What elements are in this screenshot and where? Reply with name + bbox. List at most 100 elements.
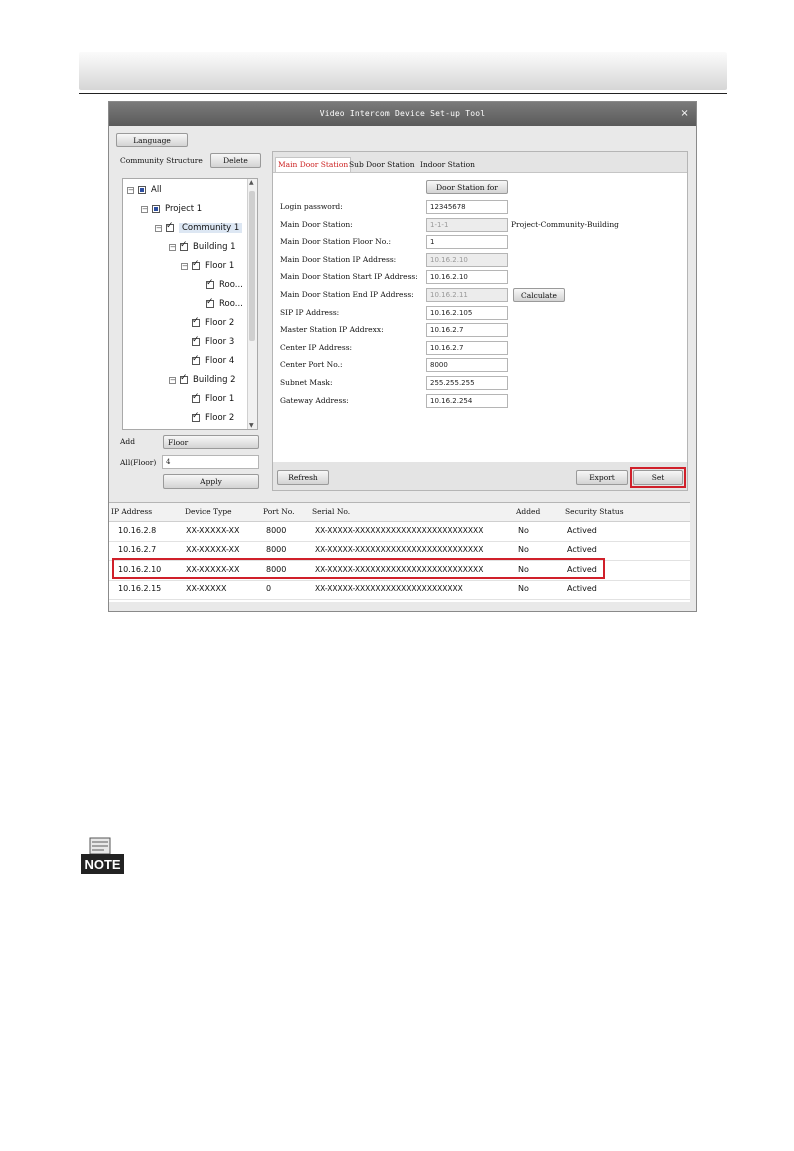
form-input[interactable]: 1 — [426, 235, 508, 250]
form-label: Main Door Station End IP Address: — [280, 290, 414, 299]
tree-node[interactable]: − All — [127, 181, 162, 199]
column-header[interactable]: IP Address — [111, 507, 152, 516]
tree-checkbox[interactable] — [192, 335, 200, 346]
export-button[interactable]: Export — [576, 470, 628, 485]
form-label: Main Door Station Start IP Address: — [280, 272, 418, 282]
close-icon[interactable]: × — [680, 102, 689, 126]
form-input: 10.16.2.11 — [426, 288, 508, 302]
table-cell: No — [518, 545, 529, 555]
form-label: Login password: — [280, 202, 343, 211]
table-cell: XX-XXXXX-XX — [186, 526, 240, 535]
form-input[interactable]: 255.255.255 — [426, 376, 508, 390]
form-label: SIP IP Address: — [280, 307, 340, 317]
form-input[interactable]: 10.16.2.10 — [426, 270, 508, 285]
collapse-icon[interactable]: − — [169, 376, 176, 384]
column-header[interactable]: Port No. — [263, 507, 295, 516]
form-input[interactable]: 10.16.2.105 — [426, 305, 508, 320]
table-row[interactable]: 10.16.2.8 XX-XXXXX-XX 8000 XX-XXXXX-XXXXXXX… — [109, 522, 690, 542]
table-cell: 10.16.2.8 — [118, 526, 157, 535]
tree-checkbox[interactable] — [152, 205, 160, 213]
column-header[interactable]: Security Status — [565, 507, 624, 516]
collapse-icon[interactable]: − — [169, 243, 176, 251]
scroll-down-icon[interactable]: ▼ — [249, 422, 254, 429]
tree-node[interactable]: − Community 1 — [155, 219, 243, 237]
tab-sub-door-station[interactable]: Sub Door Station — [349, 158, 415, 172]
tree-node-label: Floor 2 — [205, 413, 235, 423]
tree-node-label: Floor 4 — [205, 356, 235, 366]
tree-node-label: Floor 3 — [205, 337, 235, 347]
tree-checkbox[interactable] — [192, 411, 200, 422]
table-cell: XX-XXXXX — [186, 584, 227, 594]
collapse-icon[interactable]: − — [181, 262, 188, 270]
collapse-icon[interactable]: − — [141, 205, 148, 213]
collapse-icon[interactable]: − — [127, 186, 134, 194]
column-header[interactable]: Added — [516, 507, 540, 516]
tree-node[interactable]: Floor 3 — [192, 333, 234, 351]
note-icon: NOTE — [81, 837, 124, 874]
tree-checkbox[interactable] — [180, 240, 188, 251]
table-cell: Actived — [567, 545, 597, 555]
table-cell: XX-XXXXX-XX — [186, 545, 240, 555]
delete-button[interactable]: Delete — [210, 153, 261, 168]
form-input[interactable]: 8000 — [426, 358, 508, 373]
table-cell: Actived — [567, 526, 597, 535]
table-cell: XX-XXXXX-XXXXXXXXXXXXXXXXXXXXX — [315, 584, 463, 594]
column-header[interactable]: Device Type — [185, 507, 232, 516]
refresh-button[interactable]: Refresh — [277, 470, 329, 485]
form-input[interactable]: 12345678 — [426, 200, 508, 214]
tree-node[interactable]: − Floor 1 — [181, 257, 234, 275]
tree-node[interactable]: Floor 2 — [192, 409, 234, 427]
language-button[interactable]: Language — [116, 133, 188, 147]
tree-checkbox[interactable] — [166, 221, 174, 232]
community-tree: − All − Project 1 − Community 1 − Building 1 − Fl… — [122, 178, 258, 430]
tree-node[interactable]: Floor 2 — [192, 314, 234, 332]
title-bar: Video Intercom Device Set-up Tool × — [109, 102, 696, 126]
form-label: Main Door Station Floor No.: — [280, 237, 392, 247]
add-type-select[interactable]: Floor — [163, 435, 259, 449]
table-cell: 10.16.2.7 — [118, 545, 157, 555]
tree-node[interactable]: Roo... — [206, 295, 243, 313]
tree-node-label: Floor 2 — [205, 318, 235, 328]
form-label: Main Door Station IP Address: — [280, 254, 397, 264]
tree-node[interactable]: − Building 1 — [169, 238, 236, 256]
device-list-header: IP Address Device Type Port No. Serial No. A… — [109, 503, 690, 522]
form-label: Master Station IP Addrexx: — [280, 325, 384, 335]
calculate-button[interactable]: Calculate — [513, 288, 565, 302]
add-type-value: Floor — [168, 437, 189, 447]
tree-node-label: All — [151, 185, 162, 195]
tree-node[interactable]: Roo... — [206, 276, 243, 294]
tree-scrollbar[interactable]: ▲ ▼ — [247, 179, 257, 429]
table-cell: 8000 — [266, 545, 287, 555]
tree-checkbox[interactable] — [138, 186, 146, 194]
door-station-for-button[interactable]: Door Station for — [426, 180, 508, 194]
scroll-up-icon[interactable]: ▲ — [249, 179, 254, 186]
all-floor-input[interactable]: 4 — [162, 455, 259, 469]
community-structure-label: Community Structure — [120, 156, 203, 165]
tree-checkbox[interactable] — [192, 316, 200, 327]
tree-checkbox[interactable] — [192, 259, 200, 270]
column-header[interactable]: Serial No. — [312, 507, 350, 516]
tree-checkbox[interactable] — [180, 373, 188, 384]
scroll-thumb[interactable] — [249, 191, 255, 341]
tree-node[interactable]: Floor 1 — [192, 390, 234, 408]
tree-node-label: Roo... — [219, 280, 243, 290]
tree-checkbox[interactable] — [192, 354, 200, 365]
page-header-rule — [79, 93, 727, 94]
tree-node[interactable]: Floor 4 — [192, 352, 234, 370]
tree-node[interactable]: − Project 1 — [141, 200, 202, 218]
tree-checkbox[interactable] — [192, 392, 200, 403]
station-format-hint: Project-Community-Building — [511, 219, 619, 229]
form-input[interactable]: 10.16.2.254 — [426, 393, 508, 408]
tree-checkbox[interactable] — [206, 297, 214, 308]
device-list: IP Address Device Type Port No. Serial No. A… — [109, 502, 690, 602]
tab-indoor-station[interactable]: Indoor Station — [420, 158, 475, 172]
tree-checkbox[interactable] — [206, 278, 214, 289]
page-header-bar — [79, 52, 727, 90]
apply-button[interactable]: Apply — [163, 474, 259, 489]
table-row[interactable]: 10.16.2.15 XX-XXXXX 0 XX-XXXXX-XXXXXXXXXXXX… — [109, 580, 690, 601]
collapse-icon[interactable]: − — [155, 224, 162, 232]
form-input[interactable]: 10.16.2.7 — [426, 323, 508, 338]
tree-node[interactable]: − Building 2 — [169, 371, 236, 389]
form-input[interactable]: 10.16.2.7 — [426, 340, 508, 355]
window-title: Video Intercom Device Set-up Tool — [319, 109, 486, 118]
